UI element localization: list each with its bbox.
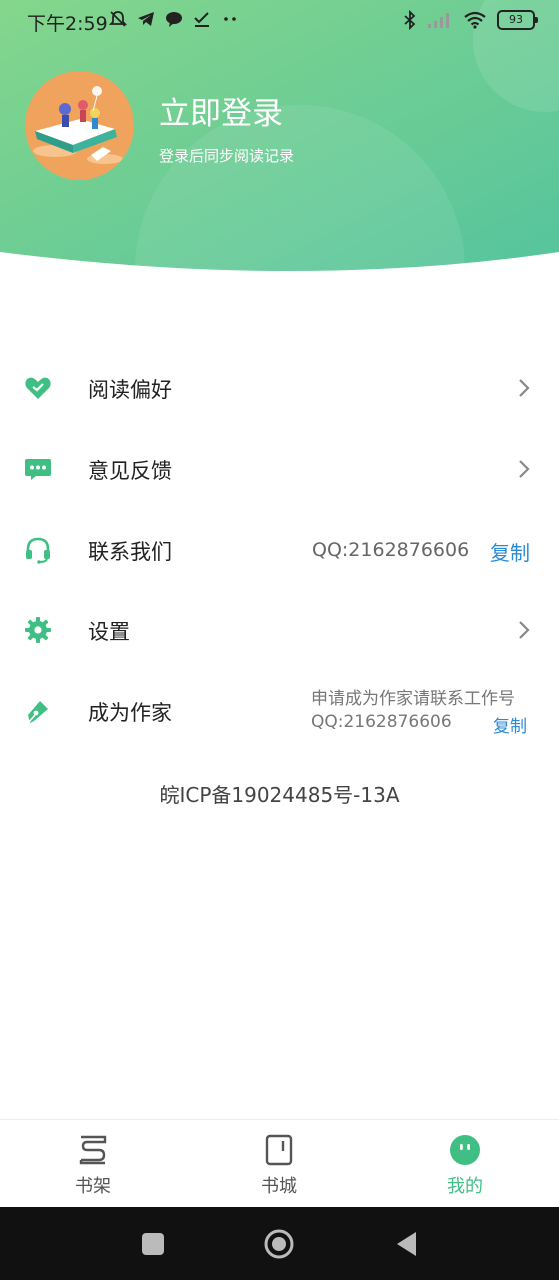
mute-icon bbox=[108, 11, 128, 27]
menu-item-settings[interactable]: 设置 bbox=[0, 598, 559, 662]
menu-item-reading-preference[interactable]: 阅读偏好 bbox=[0, 356, 559, 420]
book-illustration-icon bbox=[25, 71, 134, 180]
telegram-icon bbox=[138, 12, 154, 26]
chevron-right-icon bbox=[519, 460, 530, 478]
profile-face-icon bbox=[450, 1135, 480, 1165]
back-icon[interactable] bbox=[392, 1229, 422, 1259]
heart-icon bbox=[25, 377, 51, 399]
pen-icon bbox=[28, 701, 48, 723]
signal-icon bbox=[428, 13, 449, 28]
status-notifications bbox=[108, 9, 240, 29]
tab-bookstore[interactable]: 书城 bbox=[219, 1120, 339, 1208]
status-time: 下午2:59 bbox=[27, 13, 108, 35]
bottom-tab-bar: 书架 书城 我的 bbox=[0, 1119, 559, 1208]
chevron-right-icon bbox=[519, 621, 530, 639]
chevron-right-icon bbox=[519, 379, 530, 397]
avatar[interactable] bbox=[25, 71, 134, 180]
icp-license: 皖ICP备19024485号-13A bbox=[159, 783, 400, 807]
system-navigation-bar bbox=[0, 1207, 559, 1280]
bookshelf-icon bbox=[79, 1135, 107, 1165]
tab-mine[interactable]: 我的 bbox=[405, 1120, 525, 1208]
writer-qq-number: QQ:2162876606 bbox=[311, 712, 452, 732]
bookstore-icon bbox=[265, 1134, 293, 1166]
status-system-icons: 93 bbox=[403, 10, 538, 30]
menu-item-label: 联系我们 bbox=[88, 540, 172, 564]
bluetooth-icon bbox=[404, 10, 416, 30]
menu-item-label: 意见反馈 bbox=[88, 459, 172, 483]
battery-icon: 93 bbox=[497, 10, 538, 30]
recent-apps-icon[interactable] bbox=[138, 1229, 168, 1259]
tab-label: 书城 bbox=[261, 1176, 297, 1197]
tab-bookshelf[interactable]: 书架 bbox=[33, 1120, 153, 1208]
menu-item-become-writer: 成为作家 申请成为作家请联系工作号 QQ:2162876606 复制 bbox=[0, 679, 559, 743]
copy-writer-qq-button[interactable]: 复制 bbox=[493, 712, 527, 737]
menu-item-label: 设置 bbox=[88, 620, 130, 644]
headset-icon bbox=[26, 537, 50, 564]
copy-qq-button[interactable]: 复制 bbox=[490, 537, 530, 566]
chat-icon bbox=[166, 12, 182, 27]
profile-header: 下午2:59 93 立即登录 登录后同步阅读记录 bbox=[0, 0, 559, 290]
login-subtitle: 登录后同步阅读记录 bbox=[159, 147, 295, 165]
check-icon bbox=[194, 12, 209, 27]
gear-icon bbox=[25, 617, 51, 643]
tab-label: 我的 bbox=[447, 1176, 483, 1197]
chat-bubble-icon bbox=[25, 459, 51, 480]
home-icon[interactable] bbox=[264, 1229, 294, 1259]
contact-qq-number: QQ:2162876606 bbox=[312, 539, 470, 561]
tab-label: 书架 bbox=[75, 1176, 111, 1197]
menu-item-contact-us: 联系我们 QQ:2162876606 复制 bbox=[0, 518, 559, 582]
login-title[interactable]: 立即登录 bbox=[159, 88, 283, 133]
menu-item-label: 成为作家 bbox=[88, 701, 172, 725]
writer-apply-note: 申请成为作家请联系工作号 bbox=[311, 689, 515, 709]
menu-item-label: 阅读偏好 bbox=[88, 378, 172, 402]
more-dots-icon bbox=[224, 17, 236, 21]
status-bar: 下午2:59 93 bbox=[0, 0, 559, 42]
wifi-icon bbox=[464, 11, 486, 29]
menu-item-feedback[interactable]: 意见反馈 bbox=[0, 437, 559, 501]
